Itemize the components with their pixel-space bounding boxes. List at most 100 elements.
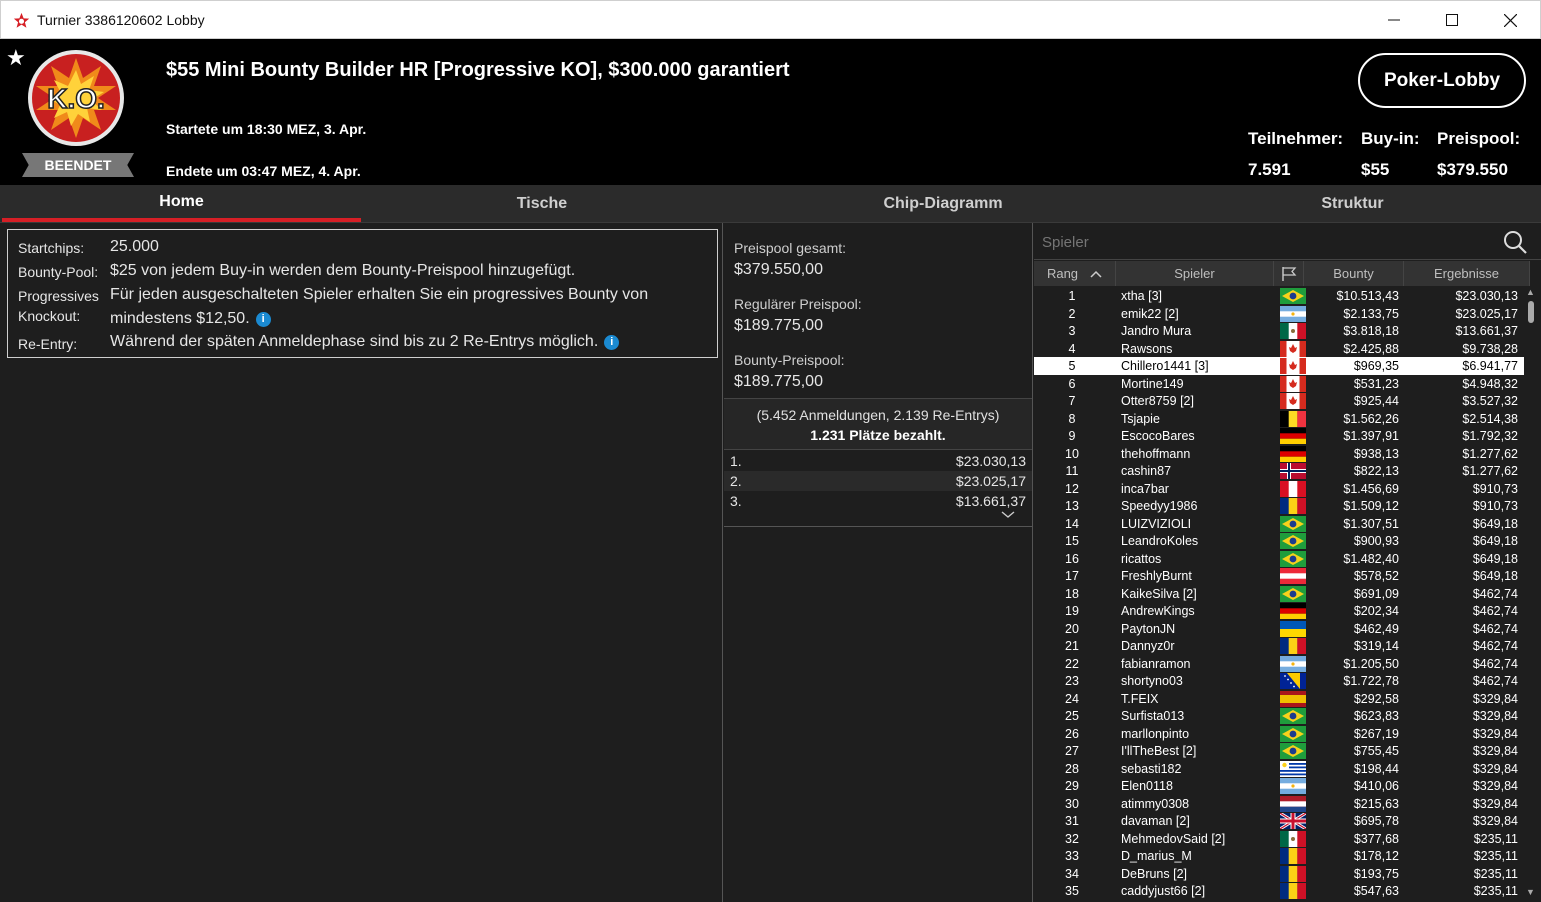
player-row[interactable]: 24 T.FEIX $292,58 $329,84 [1034,690,1524,708]
scroll-down-icon[interactable]: ▼ [1526,887,1535,897]
player-row[interactable]: 19 AndrewKings $202,34 $462,74 [1034,602,1524,620]
player-row[interactable]: 33 D_marius_M $178,12 $235,11 [1034,847,1524,865]
bountypool-value: $25 von jedem Buy-in werden dem Bounty-P… [110,262,576,279]
favorite-star-icon[interactable]: ★ [6,45,26,71]
player-name: inca7bar [1121,481,1169,496]
player-rank: 14 [1065,516,1079,531]
player-row[interactable]: 5 Chillero1441 [3] $969,35 $6.941,77 [1034,357,1524,375]
player-rank: 28 [1065,761,1079,776]
tab-tables[interactable]: Tische [362,185,722,222]
pko-label-line1: Progressives [18,288,99,304]
player-result: $910,73 [1472,481,1518,496]
player-row[interactable]: 10 thehoffmann $938,13 $1.277,62 [1034,445,1524,463]
player-name: atimmy0308 [1121,796,1190,811]
player-rank: 11 [1065,464,1079,478]
player-row[interactable]: 15 LeandroKoles $900,93 $649,18 [1034,532,1524,550]
player-name: marllonpinto [1121,726,1190,741]
player-row[interactable]: 8 Tsjapie $1.562,26 $2.514,38 [1034,410,1524,428]
info-icon[interactable]: i [255,312,271,327]
player-bounty: $377,68 [1353,831,1399,846]
column-bounty[interactable]: Bounty [1304,261,1404,286]
player-row[interactable]: 11 cashin87 $822,13 $1.277,62 [1034,462,1524,480]
country-flag-icon [1280,883,1306,899]
player-row[interactable]: 13 Speedyy1986 $1.509,12 $910,73 [1034,497,1524,515]
player-name: sebasti182 [1121,761,1182,776]
country-flag-icon [1280,638,1306,654]
player-name: ricattos [1121,551,1162,566]
player-result: $9.738,28 [1462,341,1518,356]
player-row[interactable]: 3 Jandro Mura $3.818,18 $13.661,37 [1034,322,1524,340]
player-row[interactable]: 29 Elen0118 $410,06 $329,84 [1034,777,1524,795]
player-row[interactable]: 30 atimmy0308 $215,63 $329,84 [1034,795,1524,813]
player-row[interactable]: 7 Otter8759 [2] $925,44 $3.527,32 [1034,392,1524,410]
player-row[interactable]: 16 ricattos $1.482,40 $649,18 [1034,550,1524,568]
column-rank[interactable]: Rang [1034,261,1116,286]
total-pool-value: $379.550,00 [734,261,823,278]
player-row[interactable]: 28 sebasti182 $198,44 $329,84 [1034,760,1524,778]
player-bounty: $969,35 [1353,359,1399,373]
tab-chip-chart[interactable]: Chip-Diagramm [722,185,1164,222]
info-icon[interactable]: i [604,335,620,350]
lobby-tabs: Home Tische Chip-Diagramm Struktur [0,185,1541,223]
player-row[interactable]: 27 I'llTheBest [2] $755,45 $329,84 [1034,742,1524,760]
panel-divider [1032,223,1033,902]
payout-rank: 3. [730,493,742,509]
player-row[interactable]: 21 Dannyz0r $319,14 $462,74 [1034,637,1524,655]
tab-home[interactable]: Home [2,185,361,222]
player-bounty: $623,83 [1353,709,1399,723]
maximize-button[interactable] [1429,1,1475,39]
country-flag-icon [1280,288,1306,304]
player-result: $462,74 [1472,621,1518,636]
scrollbar-thumb[interactable] [1528,301,1534,323]
column-player[interactable]: Spieler [1116,261,1274,286]
poker-lobby-button[interactable]: Poker-Lobby [1358,53,1526,108]
player-bounty: $193,75 [1353,866,1399,881]
column-result[interactable]: Ergebnisse [1404,261,1530,286]
column-country[interactable] [1274,261,1304,286]
ko-bounty-logo: K.O. [28,50,124,146]
search-icon[interactable] [1502,229,1528,255]
country-flag-icon [1280,305,1306,322]
player-row[interactable]: 20 PaytonJN $462,49 $462,74 [1034,620,1524,638]
player-row[interactable]: 35 caddyjust66 [2] $547,63 $235,11 [1034,882,1524,900]
player-name: FreshlyBurnt [1121,569,1192,583]
player-name: Speedyy1986 [1121,499,1198,513]
player-row[interactable]: 6 Mortine149 $531,23 $4.948,32 [1034,375,1524,393]
chevron-down-icon[interactable] [1001,511,1015,519]
player-bounty: $1.456,69 [1343,481,1399,496]
player-row[interactable]: 14 LUIZVIZIOLI $1.307,51 $649,18 [1034,515,1524,533]
scroll-up-icon[interactable]: ▲ [1526,287,1535,297]
player-row[interactable]: 4 Rawsons $2.425,88 $9.738,28 [1034,340,1524,358]
player-row[interactable]: 26 marllonpinto $267,19 $329,84 [1034,725,1524,743]
player-result: $23.025,17 [1455,306,1518,321]
player-row[interactable]: 12 inca7bar $1.456,69 $910,73 [1034,480,1524,498]
player-row[interactable]: 31 davaman [2] $695,78 $329,84 [1034,811,1524,831]
player-rank: 23 [1065,674,1079,688]
player-row[interactable]: 23 shortyno03 $1.722,78 $462,74 [1034,672,1524,690]
player-row[interactable]: 18 KaikeSilva [2] $691,09 $462,74 [1034,585,1524,603]
player-row[interactable]: 1 xtha [3] $10.513,43 $23.030,13 [1034,287,1524,305]
player-bounty: $2.425,88 [1343,341,1399,356]
player-row[interactable]: 32 MehmedovSaid [2] $377,68 $235,11 [1034,830,1524,848]
player-row[interactable]: 9 EscocoBares $1.397,91 $1.792,32 [1034,427,1524,445]
tab-structure[interactable]: Struktur [1164,185,1541,222]
player-name: Mortine149 [1121,376,1184,391]
tournament-title: $55 Mini Bounty Builder HR [Progressive … [166,59,790,81]
country-flag-icon [1280,585,1306,602]
player-row[interactable]: 34 DeBruns [2] $193,75 $235,11 [1034,865,1524,883]
player-row[interactable]: 22 fabianramon $1.205,50 $462,74 [1034,655,1524,673]
player-result: $329,84 [1472,761,1518,776]
player-row[interactable]: 17 FreshlyBurnt $578,52 $649,18 [1034,567,1524,585]
minimize-button[interactable] [1371,1,1417,39]
player-list-scrollbar[interactable]: ▲ ▼ [1525,287,1537,897]
close-button[interactable] [1487,1,1533,39]
player-row[interactable]: 2 emik22 [2] $2.133,75 $23.025,17 [1034,305,1524,323]
player-name: Otter8759 [2] [1121,394,1194,408]
player-search-input[interactable] [1042,232,1482,252]
player-result: $329,84 [1472,779,1518,793]
window-titlebar: Turnier 3386120602 Lobby [0,0,1541,39]
start-time: Startete um 18:30 MEZ, 3. Apr. [166,121,367,137]
player-row[interactable]: 25 Surfista013 $623,83 $329,84 [1034,707,1524,725]
player-result: $235,11 [1473,831,1518,846]
player-result: $2.514,38 [1462,411,1518,426]
